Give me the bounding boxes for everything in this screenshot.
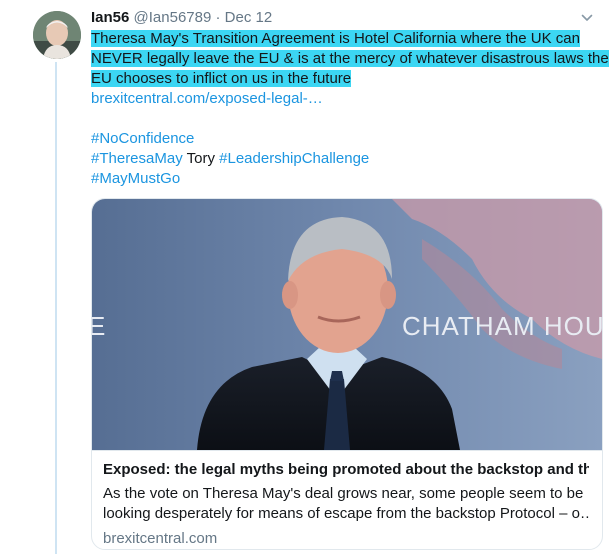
card-description-line-1: As the vote on Theresa May's deal grows … [103,485,584,502]
tweet-header: Ian56 @Ian56789 · Dec 12 [91,8,596,28]
word-tory: Tory [186,150,215,167]
tweet-text: Theresa May's Transition Agreement is Ho… [91,29,609,189]
author-name[interactable]: Ian56 [91,9,129,26]
card-domain[interactable]: brexitcentral.com [103,529,589,548]
hashtag-noconfidence[interactable]: #NoConfidence [91,130,194,147]
avatar-photo [33,11,81,59]
tweet-text-line-3: EU chooses to inflict on us in the futur… [91,70,352,87]
hashtag-leadershipchallenge[interactable]: #LeadershipChallenge [219,150,369,167]
card-image: CHATHAM HOUS E [92,199,602,450]
tweet-link[interactable]: brexitcentral.com/exposed-legal-… [91,90,323,107]
backdrop-text: CHATHAM HOUS [402,311,602,341]
backdrop-letter: E [92,311,105,341]
hashtag-maymustgo[interactable]: #MayMustGo [91,170,180,187]
separator-dot: · [215,9,221,26]
card-description: As the vote on Theresa May's deal grows … [103,484,589,524]
author-handle[interactable]: @Ian56789 [134,9,212,26]
card-description-line-2: looking desperately for means of escape … [103,505,589,522]
link-preview-card[interactable]: CHATHAM HOUS E Exposed: the legal myths … [91,198,603,550]
tweet-date[interactable]: Dec 12 [225,9,273,26]
thread-line [55,62,57,554]
card-title[interactable]: Exposed: the legal myths being promoted … [103,460,589,479]
tweet-text-line-2: NEVER legally leave the EU & is at the m… [91,50,609,67]
hashtag-theresamay[interactable]: #TheresaMay [91,150,183,167]
card-body: Exposed: the legal myths being promoted … [92,450,602,549]
chevron-down-icon[interactable] [581,12,593,24]
avatar[interactable] [33,11,81,59]
tweet-text-line-1: Theresa May's Transition Agreement is Ho… [91,30,580,47]
